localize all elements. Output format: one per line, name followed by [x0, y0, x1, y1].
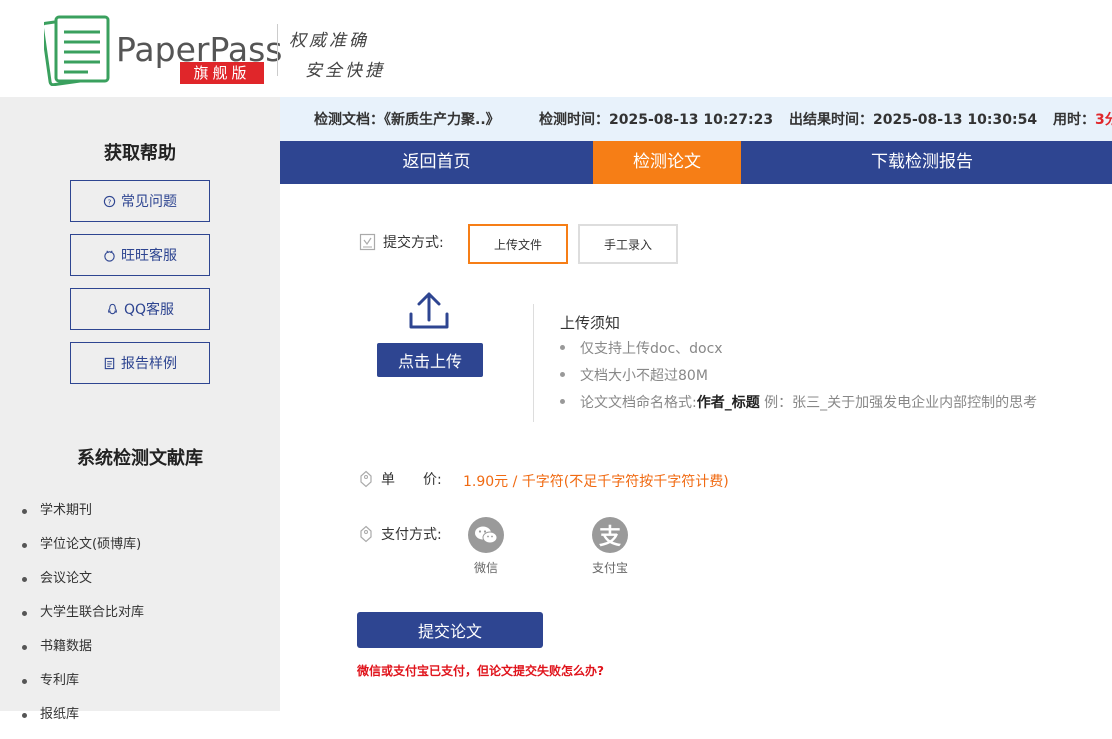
doc-value: 《新质生产力聚..》 [384, 112, 500, 128]
sidebar: 获取帮助 ? 常见问题 旺旺客服 QQ客服 报告样例 系统检测文献库 学术期刊 … [0, 97, 280, 722]
tab-upload-file[interactable]: 上传文件 [468, 224, 568, 264]
qq-service-button[interactable]: QQ客服 [70, 288, 210, 330]
notice-item: 论文文档命名格式:作者_标题 例：张三_关于加强发电企业内部控制的思考 [560, 392, 1037, 412]
price-tag-icon [360, 470, 372, 488]
time-value: 2025-08-13 10:27:23 [609, 112, 774, 128]
wechat-icon [468, 517, 504, 553]
used-info: 用时：3分 [1053, 109, 1112, 129]
library-item: 专利库 [22, 671, 144, 705]
notice-item: 文档大小不超过80M [560, 365, 708, 385]
result-value: 2025-08-13 10:30:54 [873, 112, 1038, 128]
main-nav: 返回首页 检测论文 下载检测报告 [280, 141, 1112, 184]
result-label: 出结果时间： [789, 112, 873, 128]
upload-button[interactable]: 点击上传 [377, 343, 483, 377]
library-item: 报纸库 [22, 705, 144, 739]
svg-text:?: ? [108, 197, 112, 206]
price-tag-icon [360, 525, 372, 543]
wangwang-service-button[interactable]: 旺旺客服 [70, 234, 210, 276]
question-circle-icon: ? [103, 195, 116, 207]
price-value: 1.90元 / 千字符(不足千字符按千字符计费) [463, 474, 729, 490]
wangwang-service-label: 旺旺客服 [121, 248, 177, 264]
naming-example: 例：张三_关于加强发电企业内部控制的思考 [764, 395, 1038, 411]
library-item: 学位论文(硕博库) [22, 535, 144, 569]
faq-button[interactable]: ? 常见问题 [70, 180, 210, 222]
help-title: 获取帮助 [104, 143, 176, 164]
logo-badge: 旗舰版 [180, 62, 264, 84]
library-item: 书籍数据 [22, 637, 144, 671]
document-logo-icon [44, 15, 110, 86]
payment-row: 支付方式: [357, 524, 442, 544]
nav-home[interactable]: 返回首页 [280, 141, 593, 184]
used-value: 3分 [1095, 112, 1112, 128]
naming-bold: 作者_标题 [696, 395, 760, 411]
checkbox-doc-icon [359, 233, 376, 251]
submit-method-row: 提交方式: [359, 232, 444, 252]
upload-icon[interactable] [408, 290, 450, 330]
detection-info-bar: 检测文档：《新质生产力聚..》 检测时间：2025-08-13 10:27:23… [280, 97, 1112, 141]
faq-button-label: 常见问题 [121, 194, 177, 210]
submit-method-label: 提交方式: [383, 235, 444, 251]
price-label: 单 价: [381, 472, 442, 488]
library-item: 大学生联合比对库 [22, 603, 144, 637]
nav-download-report[interactable]: 下载检测报告 [741, 141, 1103, 184]
wechat-label: 微信 [473, 561, 498, 575]
payment-label: 支付方式: [381, 527, 442, 543]
notice-item: 仅支持上传doc、docx [560, 338, 723, 358]
alipay-label: 支付宝 [591, 561, 628, 575]
pay-wechat[interactable]: 微信 [456, 517, 516, 576]
time-info: 检测时间：2025-08-13 10:27:23 [539, 109, 773, 129]
slogan-line1: 权威准确 [289, 31, 369, 51]
nav-check-paper[interactable]: 检测论文 [593, 141, 741, 184]
slogan-line2: 安全快捷 [305, 61, 385, 81]
library-title: 系统检测文献库 [77, 448, 203, 469]
used-label: 用时： [1053, 112, 1095, 128]
price-row: 单 价: [357, 469, 442, 489]
doc-info: 检测文档：《新质生产力聚..》 [314, 109, 500, 129]
report-sample-label: 报告样例 [121, 356, 177, 372]
qq-service-label: QQ客服 [123, 302, 175, 318]
notice-title: 上传须知 [560, 314, 621, 332]
payment-failure-help-link[interactable]: 微信或支付宝已支付，但论文提交失败怎么办? [357, 662, 604, 679]
pay-alipay[interactable]: 支 支付宝 [580, 517, 640, 576]
vertical-divider [533, 304, 534, 422]
header: PaperPass 旗舰版 权威准确 安全快捷 [0, 0, 1112, 97]
alipay-icon: 支 [592, 517, 628, 553]
qq-penguin-icon [108, 303, 117, 314]
report-icon [104, 357, 115, 369]
main-content: 提交方式: 上传文件 手工录入 点击上传 上传须知 仅支持上传doc、docx … [280, 184, 1112, 711]
library-item: 学术期刊 [22, 501, 144, 535]
logo[interactable]: PaperPass 旗舰版 [44, 14, 284, 88]
library-list: 学术期刊 学位论文(硕博库) 会议论文 大学生联合比对库 书籍数据 专利库 报纸… [22, 501, 144, 739]
report-sample-button[interactable]: 报告样例 [70, 342, 210, 384]
library-item: 会议论文 [22, 569, 144, 603]
doc-label: 检测文档： [314, 112, 384, 128]
submit-paper-button[interactable]: 提交论文 [357, 612, 543, 648]
header-divider [277, 24, 278, 76]
time-label: 检测时间： [539, 112, 609, 128]
wangwang-icon [104, 249, 115, 262]
result-info: 出结果时间：2025-08-13 10:30:54 [789, 109, 1037, 129]
tab-manual-entry[interactable]: 手工录入 [578, 224, 678, 264]
naming-prefix: 论文文档命名格式: [580, 395, 697, 411]
